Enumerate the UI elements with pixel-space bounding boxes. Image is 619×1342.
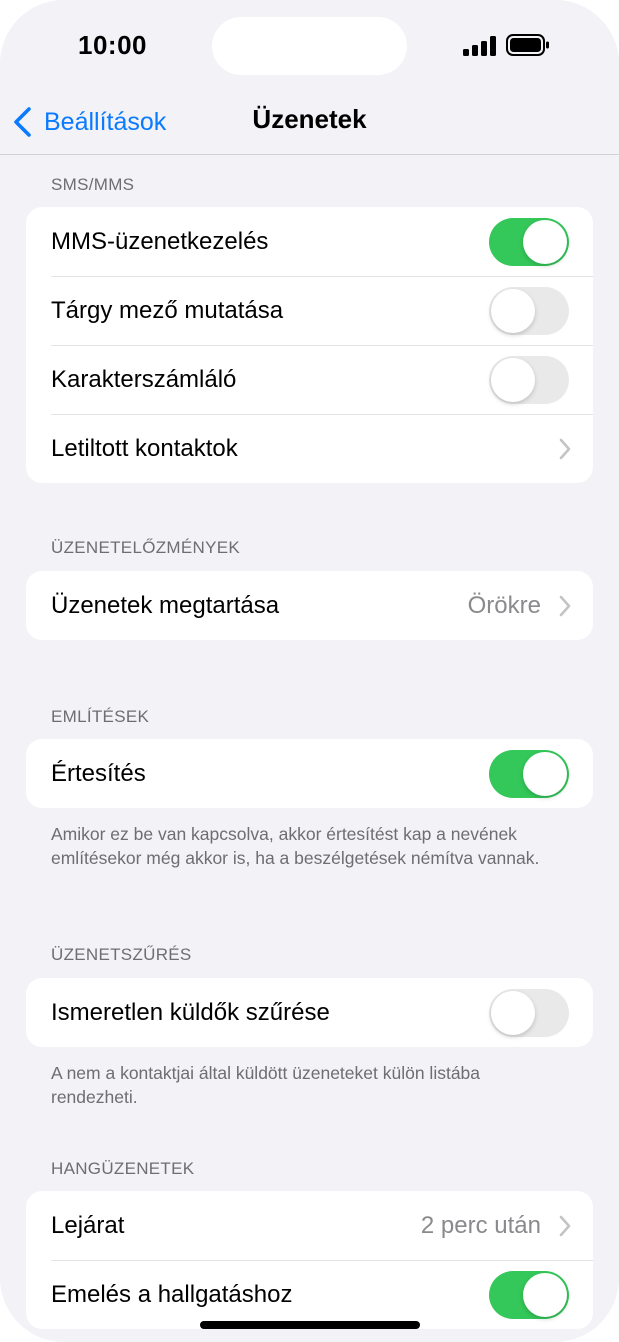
toggle-raise-to-listen[interactable] (489, 1270, 569, 1319)
row-filter-unknown-senders: Ismeretlen küldők szűrése (26, 978, 593, 1047)
row-mms-messaging: MMS-üzenetkezelés (26, 207, 593, 276)
home-indicator[interactable] (200, 1321, 420, 1329)
cellular-signal-icon (463, 36, 496, 56)
chevron-right-icon (559, 1215, 571, 1237)
page-title: Üzenetek (252, 104, 367, 134)
row-label: MMS-üzenetkezelés (51, 227, 269, 255)
row-label: Ismeretlen küldők szűrése (51, 998, 330, 1026)
section-header-history: ÜZENETELŐZMÉNYEK (51, 538, 240, 557)
group-filter: Ismeretlen küldők szűrése (26, 978, 593, 1047)
toggle-knob (491, 357, 535, 402)
toggle-knob (523, 751, 567, 796)
toggle-knob (523, 219, 567, 264)
group-audio: Lejárat 2 perc után Emelés a hallgatásho… (26, 1191, 593, 1329)
section-footer-filter: A nem a kontaktjai által küldött üzenete… (51, 1063, 481, 1107)
row-character-count: Karakterszámláló (26, 345, 593, 414)
row-raise-to-listen: Emelés a hallgatáshoz (26, 1260, 593, 1329)
toggle-show-subject-field[interactable] (489, 286, 569, 335)
section-header-audio: HANGÜZENETEK (51, 1159, 195, 1178)
section-footer-mentions: Amikor ez be van kapcsolva, akkor értesí… (51, 824, 540, 868)
chevron-right-icon (559, 595, 571, 617)
group-history: Üzenetek megtartása Örökre (26, 571, 593, 640)
toggle-knob (491, 288, 535, 333)
row-keep-messages[interactable]: Üzenetek megtartása Örökre (26, 571, 593, 640)
section-header-filter: ÜZENETSZŰRÉS (51, 945, 192, 964)
row-label: Karakterszámláló (51, 365, 237, 393)
row-blocked-contacts[interactable]: Letiltott kontaktok (26, 414, 593, 483)
row-label: Letiltott kontaktok (51, 434, 238, 462)
toggle-notify[interactable] (489, 749, 569, 798)
row-notify: Értesítés (26, 739, 593, 808)
section-header-mentions: EMLÍTÉSEK (51, 707, 150, 726)
group-mentions: Értesítés (26, 739, 593, 808)
row-label: Tárgy mező mutatása (51, 296, 284, 324)
status-bar: 10:00 (0, 0, 619, 92)
section-header-sms: SMS/MMS (51, 175, 135, 194)
toggle-character-count[interactable] (489, 355, 569, 404)
row-expire[interactable]: Lejárat 2 perc után (26, 1191, 593, 1260)
toggle-mms-messaging[interactable] (489, 217, 569, 266)
row-show-subject-field: Tárgy mező mutatása (26, 276, 593, 345)
row-label: Emelés a hallgatáshoz (51, 1280, 293, 1308)
status-time: 10:00 (78, 30, 147, 60)
row-value: 2 perc után (420, 1211, 541, 1239)
row-label: Üzenetek megtartása (51, 591, 280, 619)
phone-screen: 10:00 Beállítások Üzenetek SMS/MMS MMS-ü… (0, 0, 619, 1342)
chevron-right-icon (559, 438, 571, 460)
battery-icon (506, 34, 549, 56)
toggle-knob (523, 1272, 567, 1317)
dynamic-island (212, 17, 407, 75)
navigation-bar: Beállítások Üzenetek (0, 92, 619, 155)
row-value: Örökre (467, 591, 541, 619)
row-label: Értesítés (51, 759, 146, 787)
row-label: Lejárat (51, 1211, 125, 1239)
group-sms: MMS-üzenetkezelés Tárgy mező mutatása Ka… (26, 207, 593, 483)
toggle-knob (491, 990, 535, 1035)
toggle-filter-unknown-senders[interactable] (489, 988, 569, 1037)
